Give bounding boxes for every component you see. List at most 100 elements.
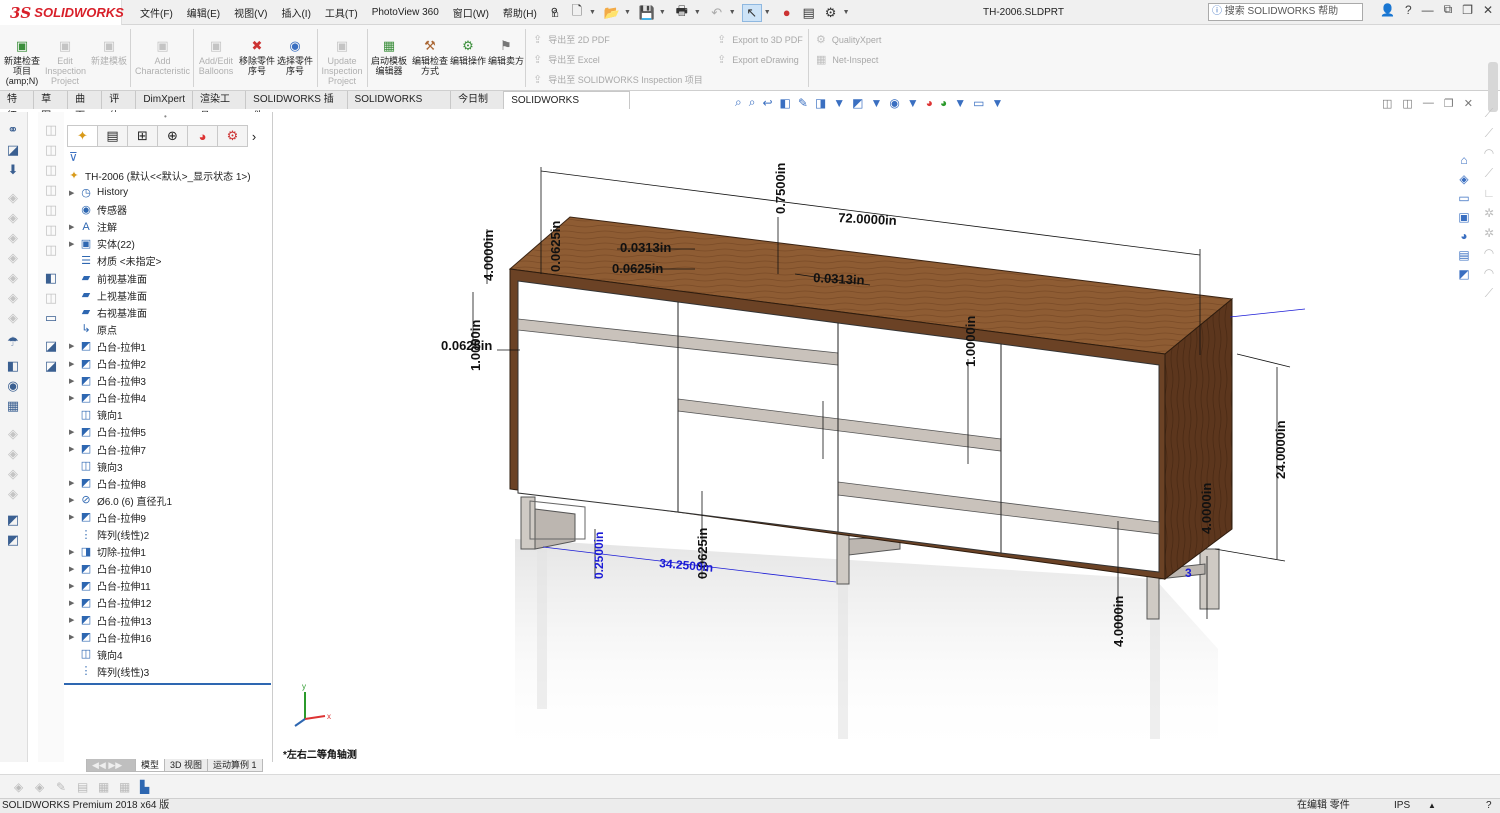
expand-arrow-icon[interactable]: ▶ bbox=[69, 342, 79, 350]
view-orientation-icon[interactable]: ◨ bbox=[815, 96, 826, 110]
new-inspection-button[interactable]: ▣ 新建检查项目 (amp;N) bbox=[2, 39, 42, 87]
tool-icon[interactable]: ◈ bbox=[5, 270, 21, 286]
tile-icon[interactable]: ⧉ bbox=[1444, 2, 1453, 17]
view-icon[interactable]: ◪ bbox=[5, 142, 21, 158]
export-3d-pdf-button[interactable]: ⇪ Export to 3D PDF bbox=[717, 33, 803, 46]
tree-item[interactable]: ↳ 原点 bbox=[69, 321, 117, 338]
tree-item[interactable]: ◫ 镜向4 bbox=[69, 646, 123, 663]
tab-mbd[interactable]: SOLIDWORKS MBD bbox=[348, 91, 452, 122]
tree-item[interactable]: ▶ ◩ 凸台-拉伸8 bbox=[69, 475, 146, 492]
tool-icon[interactable]: ◫ bbox=[43, 182, 59, 198]
expand-arrow-icon[interactable]: ▶ bbox=[69, 428, 79, 436]
tool-icon[interactable]: ◈ bbox=[14, 780, 23, 794]
tab-dimxpert[interactable]: DimXpert bbox=[136, 91, 193, 109]
tool-icon[interactable]: ▦ bbox=[119, 780, 130, 794]
help-search-input[interactable]: ⓘ 搜索 SOLIDWORKS 帮助 bbox=[1208, 3, 1363, 21]
property-manager-tab-icon[interactable]: ▤ bbox=[97, 125, 128, 147]
tool-icon[interactable]: ▭ bbox=[43, 310, 59, 326]
edit-appearance-icon[interactable]: ◕ bbox=[926, 96, 933, 110]
tool-icon[interactable]: ◫ bbox=[43, 290, 59, 306]
save-icon[interactable]: 💾 bbox=[637, 4, 657, 22]
sketch-tool-icon[interactable]: ✲ bbox=[1481, 205, 1497, 221]
chevron-down-icon[interactable]: ▼ bbox=[694, 9, 701, 16]
filter-icon[interactable]: ⊽ bbox=[69, 150, 78, 164]
help-question-icon[interactable]: ? bbox=[1405, 3, 1412, 17]
restore-icon[interactable]: ❐ bbox=[1444, 97, 1454, 110]
user-icon[interactable]: 👤 bbox=[1380, 3, 1395, 17]
dim-1-left[interactable]: 1.0000in bbox=[468, 320, 483, 371]
close-icon[interactable]: ✕ bbox=[1464, 97, 1473, 110]
expand-arrow-icon[interactable]: ▶ bbox=[69, 189, 79, 197]
dim-4-top[interactable]: 4.0000in bbox=[481, 230, 496, 281]
tree-item[interactable]: ▶ ▣ 实体(22) bbox=[69, 235, 135, 252]
chevron-right-icon[interactable]: › bbox=[247, 125, 261, 147]
select-balloon-button[interactable]: ◉ 选择零件序号 bbox=[275, 39, 315, 77]
arrow-down-icon[interactable]: ⬇ bbox=[5, 162, 21, 178]
chart-icon[interactable]: ▙ bbox=[140, 780, 149, 794]
tree-root[interactable]: ✦ TH-2006 (默认<<默认>_显示状态 1>) bbox=[67, 167, 250, 184]
graphics-area[interactable]: 72.0000in 24.0000in 0.7500in 0.0625in 4.… bbox=[275, 109, 1475, 761]
forum-icon[interactable]: ◩ bbox=[1456, 266, 1472, 282]
expand-arrow-icon[interactable]: ▶ bbox=[69, 616, 79, 624]
zoom-to-area-icon[interactable]: ⌕ bbox=[749, 95, 756, 110]
remove-balloon-button[interactable]: ✖ 移除零件序号 bbox=[237, 39, 277, 77]
export-inspection-project-button[interactable]: ⇪ 导出至 SOLIDWORKS Inspection 项目 bbox=[533, 73, 703, 86]
tree-item[interactable]: ☰ 材质 <未指定> bbox=[69, 252, 161, 269]
tree-item[interactable]: ▶ ◩ 凸台-拉伸16 bbox=[69, 629, 151, 646]
previous-view-icon[interactable]: ↩ bbox=[762, 96, 772, 110]
tree-item[interactable]: ▶ ◩ 凸台-拉伸2 bbox=[69, 355, 146, 372]
sketch-tool-icon[interactable]: ⟋ bbox=[1481, 285, 1497, 301]
view-settings-icon[interactable]: ▭ bbox=[973, 96, 984, 110]
panel-grip-icon[interactable]: • bbox=[164, 112, 167, 121]
expand-arrow-icon[interactable]: ▶ bbox=[69, 360, 79, 368]
undo-icon[interactable]: ↶ bbox=[707, 4, 727, 22]
expand-arrow-icon[interactable]: ▶ bbox=[69, 394, 79, 402]
tool-icon[interactable]: ◩ bbox=[5, 512, 21, 528]
tree-item[interactable]: ▶ ⊘ Ø6.0 (6) 直径孔1 bbox=[69, 492, 172, 509]
solidworks-logo[interactable]: 3S SOLIDWORKS bbox=[0, 0, 124, 25]
tree-item[interactable]: ▰ 右视基准面 bbox=[69, 304, 147, 321]
menu-tools[interactable]: 工具(T) bbox=[325, 5, 358, 20]
tool-icon[interactable]: ◫ bbox=[43, 222, 59, 238]
export-edrawing-button[interactable]: ⇪ Export eDrawing bbox=[717, 53, 799, 66]
add-characteristic-button[interactable]: ▣ Add Characteristic bbox=[135, 39, 190, 77]
close-icon[interactable]: ✕ bbox=[1483, 3, 1493, 17]
expand-arrow-icon[interactable]: ▶ bbox=[69, 548, 79, 556]
tree-item[interactable]: ▰ 上视基准面 bbox=[69, 287, 147, 304]
tool-icon[interactable]: ◈ bbox=[5, 290, 21, 306]
sketch-tool-icon[interactable]: ✲ bbox=[1481, 225, 1497, 241]
dim-leg-offset[interactable]: 0.2500in bbox=[592, 532, 606, 579]
tab-addins[interactable]: SOLIDWORKS 插件 bbox=[246, 91, 348, 122]
tool-icon[interactable]: ◫ bbox=[43, 202, 59, 218]
select-pointer-icon[interactable]: ↖ bbox=[741, 3, 762, 22]
dim-top-thickness[interactable]: 0.0625in bbox=[548, 221, 563, 272]
tree-item[interactable]: ▶ ◩ 凸台-拉伸7 bbox=[69, 441, 146, 458]
tree-item[interactable]: ▶ ◩ 凸台-拉伸4 bbox=[69, 389, 146, 406]
tab-3d-views[interactable]: 3D 视图 bbox=[164, 759, 209, 772]
balloons-button[interactable]: ▣ Add/Edit Balloons bbox=[196, 39, 236, 77]
tool-icon[interactable]: ◉ bbox=[5, 378, 21, 394]
template-editor-button[interactable]: ▦ 启动模板编辑器 bbox=[369, 39, 409, 77]
restore-icon[interactable]: ❐ bbox=[1462, 3, 1473, 17]
zoom-to-fit-icon[interactable]: ⌕ bbox=[735, 95, 742, 110]
chevron-down-icon[interactable]: ▼ bbox=[907, 96, 919, 110]
tool-icon[interactable]: ◈ bbox=[5, 210, 21, 226]
traffic-light-icon[interactable]: ● bbox=[777, 4, 797, 22]
tree-item[interactable]: ▶ ◩ 凸台-拉伸3 bbox=[69, 372, 146, 389]
tool-icon[interactable]: ▦ bbox=[5, 398, 21, 414]
options-gear-icon[interactable]: ⚙ bbox=[821, 4, 841, 22]
export-excel-button[interactable]: ⇪ 导出至 Excel bbox=[533, 53, 600, 66]
dimxpert-manager-tab-icon[interactable]: ⊕ bbox=[157, 125, 188, 147]
edit-inspection-button[interactable]: ▣ Edit Inspection Project bbox=[45, 39, 86, 87]
expand-arrow-icon[interactable]: ▶ bbox=[69, 633, 79, 641]
dim-0313-mid[interactable]: 0.0313in bbox=[813, 270, 865, 288]
print-icon[interactable]: 🖶 bbox=[672, 3, 692, 22]
tree-item[interactable]: ▶ ◩ 凸台-拉伸11 bbox=[69, 577, 151, 594]
chevron-down-icon[interactable]: ▼ bbox=[624, 9, 631, 16]
tree-item[interactable]: ▶ ◩ 凸台-拉伸9 bbox=[69, 509, 146, 526]
expand-arrow-icon[interactable]: ▶ bbox=[69, 513, 79, 521]
tree-item[interactable]: ◫ 镜向1 bbox=[69, 406, 123, 423]
expand-arrow-icon[interactable]: ▶ bbox=[69, 240, 79, 248]
sketch-tool-icon[interactable]: ◠ bbox=[1481, 245, 1497, 261]
dim-0313-left[interactable]: 0.0313in bbox=[620, 240, 671, 255]
